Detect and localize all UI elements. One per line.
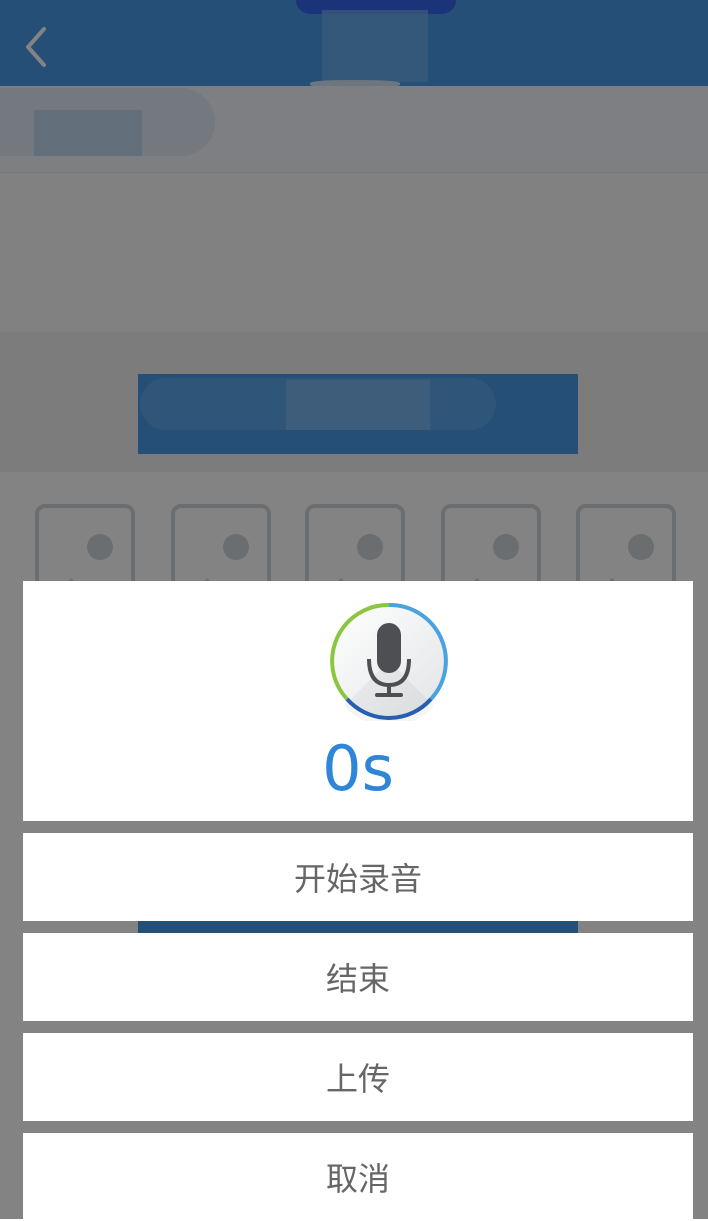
upload-button[interactable]: 上传 — [23, 1033, 693, 1121]
recording-dialog: 0s — [23, 581, 693, 821]
recording-timer: 0s — [322, 732, 394, 805]
cancel-button[interactable]: 取消 — [23, 1133, 693, 1221]
microphone-icon — [329, 601, 449, 727]
stop-button[interactable]: 结束 — [23, 933, 693, 1021]
start-record-button[interactable]: 开始录音 — [23, 833, 693, 921]
